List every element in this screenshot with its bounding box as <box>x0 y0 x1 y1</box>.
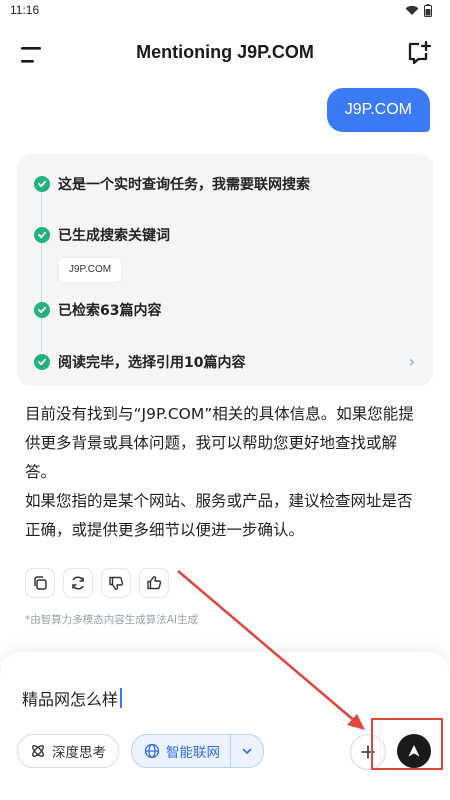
search-step-label: 这是一个实时查询任务，我需要联网搜索 <box>58 177 310 193</box>
copy-icon <box>34 576 47 590</box>
assistant-answer: 目前没有找到与“J9P.COM”相关的具体信息。如果您能提供更多背景或具体问题，… <box>25 400 427 545</box>
search-keyword-chip[interactable]: J9P.COM <box>58 257 123 283</box>
atom-icon <box>32 745 44 757</box>
new-chat-button[interactable] <box>406 40 432 66</box>
thumbs-up-icon <box>147 576 162 590</box>
timeline-line <box>41 242 42 302</box>
message-input-value: 精品网怎么样 <box>22 690 119 709</box>
search-step: 已生成搜索关键词 <box>34 225 170 245</box>
battery-icon <box>424 4 432 17</box>
ai-disclaimer: *由智算力多模态内容生成算法AI生成 <box>25 614 199 626</box>
copy-button[interactable] <box>25 568 55 598</box>
globe-icon <box>144 743 160 759</box>
search-step-label: 阅读完毕，选择引用10篇内容 <box>58 355 246 371</box>
annotation-highlight-box <box>371 718 443 770</box>
wifi-icon <box>405 5 419 15</box>
web-search-label: 智能联网 <box>166 745 220 761</box>
check-icon <box>34 354 50 370</box>
message-input[interactable]: 精品网怎么样 <box>22 686 123 710</box>
message-actions <box>25 568 169 598</box>
status-time: 11:16 <box>10 3 40 17</box>
deep-think-button[interactable]: 深度思考 <box>17 734 119 768</box>
text-caret <box>120 688 123 708</box>
page-title: Mentioning J9P.COM <box>136 42 314 62</box>
regenerate-icon <box>72 576 84 590</box>
new-chat-icon <box>408 40 432 65</box>
status-icons <box>405 4 432 17</box>
check-icon <box>34 176 50 192</box>
search-step: 阅读完毕，选择引用10篇内容 <box>34 352 245 372</box>
status-bar: 11:16 <box>0 0 450 22</box>
header: Mentioning J9P.COM <box>0 30 450 80</box>
chevron-down-icon <box>242 748 252 754</box>
search-step: 这是一个实时查询任务，我需要联网搜索 <box>34 174 310 194</box>
answer-paragraph: 目前没有找到与“J9P.COM”相关的具体信息。如果您能提供更多背景或具体问题，… <box>25 405 414 481</box>
search-step: 已检索63篇内容 <box>34 300 161 320</box>
search-step-label: 已生成搜索关键词 <box>58 228 170 244</box>
check-icon <box>34 227 50 243</box>
timeline-line <box>41 190 42 226</box>
thumbs-up-button[interactable] <box>139 568 169 598</box>
thumbs-down-button[interactable] <box>101 568 131 598</box>
thumbs-down-icon <box>109 576 124 590</box>
user-message-bubble: J9P.COM <box>326 88 430 132</box>
search-step-label: 已检索63篇内容 <box>58 303 162 319</box>
web-search-button[interactable]: 智能联网 <box>132 735 230 767</box>
chevron-right-icon[interactable]: › <box>409 352 415 371</box>
timeline-line <box>41 316 42 352</box>
web-search-toggle: 智能联网 <box>131 734 264 768</box>
answer-paragraph: 如果您指的是某个网站、服务或产品，建议检查网址是否正确，或提供更多细节以便进一步… <box>25 492 413 539</box>
deep-think-label: 深度思考 <box>52 745 106 761</box>
check-icon <box>34 302 50 318</box>
web-search-dropdown[interactable] <box>230 735 263 767</box>
regenerate-button[interactable] <box>63 568 93 598</box>
